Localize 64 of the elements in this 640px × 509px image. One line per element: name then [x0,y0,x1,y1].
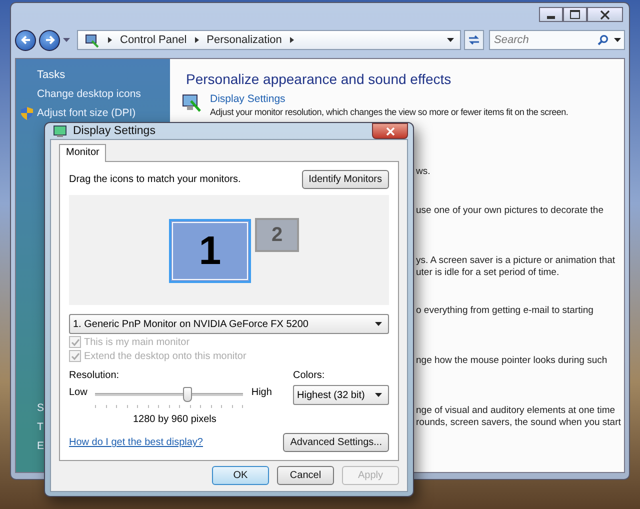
back-button[interactable] [15,30,36,50]
description-text: o everything from getting e-mail to starting [416,305,594,317]
colors-label: Colors: [293,370,326,381]
checkbox-label: Extend the desktop onto this monitor [84,350,246,362]
chevron-icon [108,37,112,43]
high-label: High [251,387,272,398]
resolution-label: Resolution: [69,370,120,381]
monitor-icon [182,93,202,113]
minimize-button[interactable] [539,7,563,22]
close-icon [600,10,610,20]
task-link[interactable]: T [37,421,44,433]
description-text: nge of visual and auditory elements at one time [416,405,616,417]
task-pane-title: Tasks [36,69,66,81]
checkbox-label: This is my main monitor [84,336,190,348]
slider-thumb[interactable] [182,387,192,402]
tab[interactable]: Monitor [59,144,106,162]
colors-dropdown[interactable]: Highest (32 bit) [293,385,389,405]
low-label: Low [69,387,88,398]
description-text: ys. A screen saver is a picture or animation that [416,255,616,267]
breadcrumb[interactable]: Personalization [206,34,282,46]
maximize-button[interactable] [563,7,587,22]
dialog-button[interactable]: OK [212,466,269,485]
monitor-tile[interactable]: 1 [169,219,251,283]
control-panel-icon [84,32,100,48]
monitor-dropdown[interactable]: 1. Generic PnP Monitor on NVIDIA GeForce FX 5200 [69,314,389,334]
description-text: ws. [416,166,432,178]
search-field[interactable]: Search [489,30,625,50]
instruction-text: Drag the icons to match your monitors. [69,174,241,185]
caret-icon [375,393,382,397]
refresh-icon [467,33,481,47]
description-text: Adjust your monitor resolution, which changes the view so more or fewer items fit on the screen. [210,107,568,117]
address-bar[interactable]: Control Panel Personalization [77,30,461,50]
caret-icon[interactable] [447,38,454,42]
search-icon [597,34,609,46]
breadcrumb[interactable]: Control Panel [120,34,187,46]
close-icon [386,126,394,136]
back-arrow-icon [20,34,32,46]
task-link[interactable]: E [37,440,44,452]
forward-button[interactable] [39,30,60,50]
close-button[interactable] [372,123,408,139]
task-link[interactable]: S [37,402,44,414]
page-heading: Personalize appearance and sound effects [186,71,452,87]
chevron-icon [194,37,199,43]
shield-icon [21,106,33,120]
display-icon [53,124,67,138]
chevron-icon [290,37,294,43]
window-title: Display Settings [73,125,156,137]
task-link[interactable]: Change desktop icons [37,88,141,100]
task-link[interactable]: Adjust font size (DPI) [37,107,136,119]
advanced-settings-button[interactable]: Advanced Settings... [283,433,389,452]
refresh-button[interactable] [464,30,484,50]
close-button[interactable] [587,7,623,22]
display-settings-link[interactable]: Display Settings [210,93,286,105]
caret-icon [375,322,382,326]
help-link[interactable]: How do I get the best display? [69,437,203,448]
identify-monitors-button[interactable]: Identify Monitors [302,170,389,189]
forward-arrow-icon [44,34,56,46]
caret-icon[interactable] [614,38,621,43]
resolution-value: 1280 by 960 pixels [133,414,218,425]
description-text: uter is idle for a set period of time. [416,267,560,279]
dialog-button[interactable]: Cancel [277,466,334,485]
description-text: use one of your own pictures to decorate the [416,205,604,217]
description-text: rounds, screen savers, the sound when you start [416,417,620,429]
description-text: nge how the mouse pointer looks during such [416,355,608,367]
